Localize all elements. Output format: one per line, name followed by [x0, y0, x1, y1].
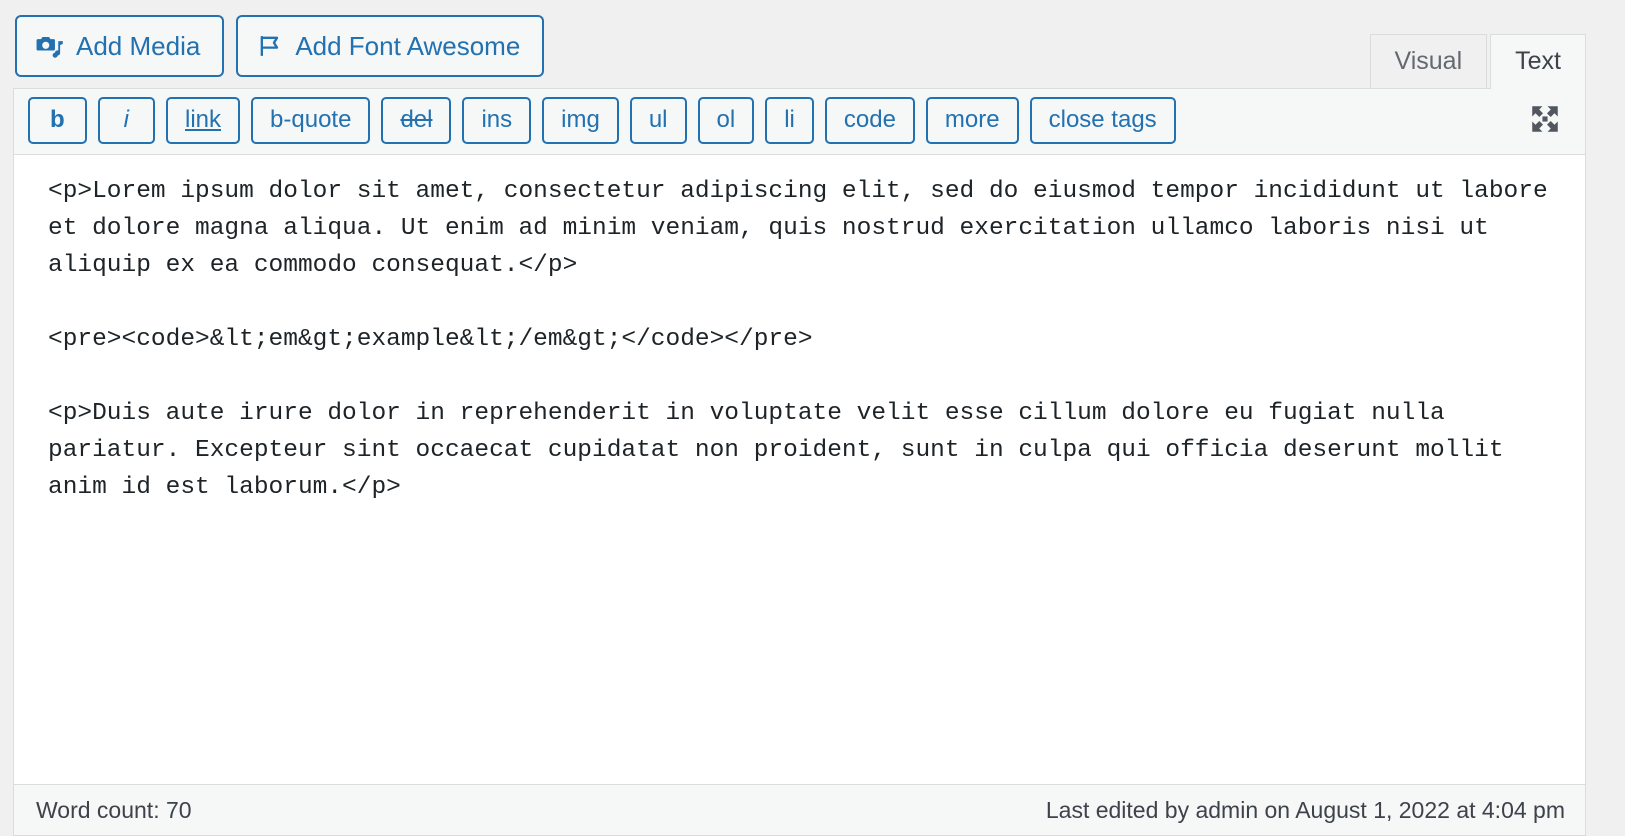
quicktag-ol[interactable]: ol	[697, 97, 755, 144]
add-media-label: Add Media	[76, 31, 201, 61]
tab-text[interactable]: Text	[1490, 34, 1586, 89]
flag-icon	[256, 32, 284, 60]
quicktag-close-tags[interactable]: close tags	[1029, 97, 1176, 144]
quicktag-more-label: more	[944, 106, 1000, 133]
quicktag-ul-label: ul	[648, 106, 668, 133]
quicktag-code[interactable]: code	[824, 97, 915, 144]
quicktag-b-quote-label: b-quote	[270, 106, 352, 133]
quicktag-i[interactable]: i	[97, 97, 156, 144]
tab-visual-label: Visual	[1394, 47, 1463, 75]
quicktag-li-label: li	[784, 106, 795, 133]
editor-mode-tabs: Visual Text	[1369, 33, 1586, 89]
post-content-textarea[interactable]	[14, 155, 1585, 784]
quicktag-del[interactable]: del	[381, 97, 452, 144]
quicktag-del-label: del	[400, 106, 433, 133]
add-font-awesome-label: Add Font Awesome	[295, 31, 521, 61]
quicktag-img-label: img	[561, 106, 600, 133]
camera-music-icon	[35, 31, 65, 61]
quicktag-li[interactable]: li	[765, 97, 814, 144]
quicktag-b[interactable]: b	[28, 97, 87, 144]
quicktag-b-label: b	[50, 106, 65, 133]
quicktag-ul[interactable]: ul	[629, 97, 687, 144]
quicktag-close-tags-label: close tags	[1048, 106, 1157, 133]
quicktag-code-label: code	[843, 106, 896, 133]
quicktag-img[interactable]: img	[542, 97, 619, 144]
quicktag-more[interactable]: more	[925, 97, 1019, 144]
last-edited-info: Last edited by admin on August 1, 2022 a…	[1045, 796, 1565, 823]
quicktag-ol-label: ol	[716, 106, 736, 133]
quicktag-ins-label: ins	[481, 106, 513, 133]
quicktag-link-label: link	[185, 106, 222, 133]
add-font-awesome-button[interactable]: Add Font Awesome	[236, 15, 545, 77]
fullscreen-toggle-button[interactable]	[1525, 101, 1565, 141]
tab-visual[interactable]: Visual	[1369, 34, 1488, 89]
quicktags-toolbar: b i link b-quote del ins img ul ol li co…	[14, 89, 1585, 155]
editor-panel: b i link b-quote del ins img ul ol li co…	[13, 88, 1586, 785]
add-media-button[interactable]: Add Media	[15, 15, 225, 77]
editor-status-bar: Word count: 70 Last edited by admin on A…	[13, 785, 1586, 836]
word-count: Word count: 70	[36, 796, 192, 823]
quicktag-i-label: i	[123, 106, 130, 133]
tab-text-label: Text	[1515, 47, 1561, 75]
quicktag-link[interactable]: link	[166, 97, 241, 144]
fullscreen-expand-icon	[1528, 102, 1562, 139]
quicktag-b-quote[interactable]: b-quote	[251, 97, 371, 144]
quicktag-ins[interactable]: ins	[462, 97, 532, 144]
post-editor: Add Media Add Font Awesome Visual Text b…	[13, 0, 1586, 836]
editor-media-bar: Add Media Add Font Awesome Visual Text	[13, 0, 1586, 89]
